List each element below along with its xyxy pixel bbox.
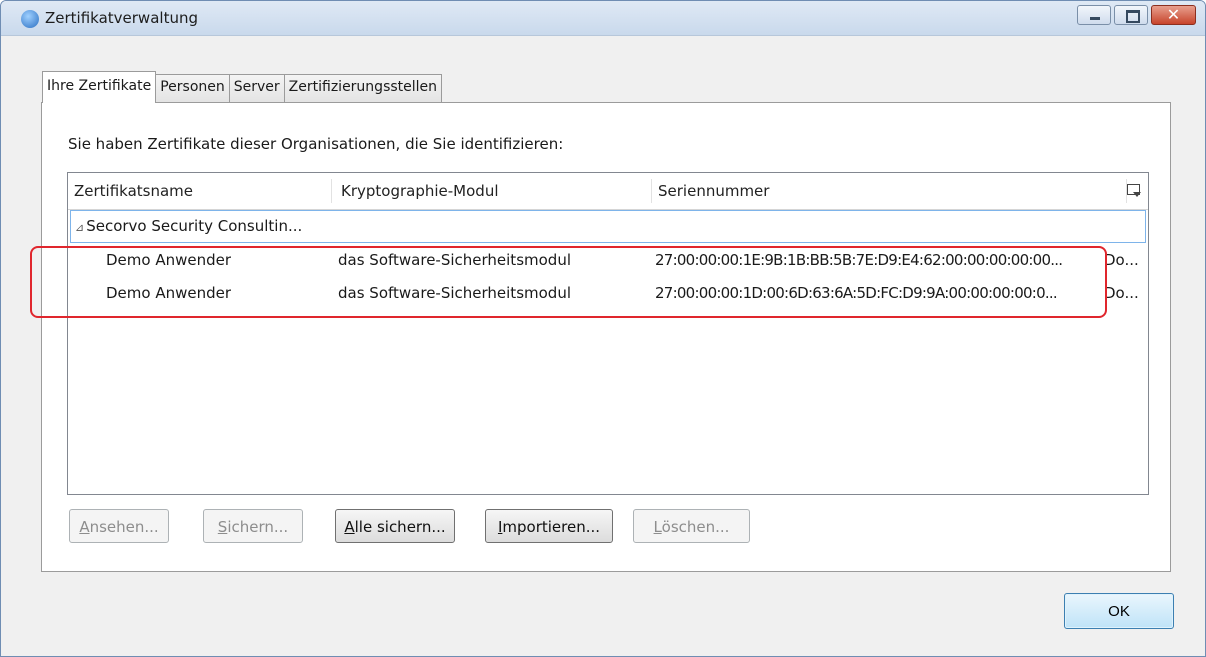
backup-all-button[interactable]: Alle sichern...	[335, 509, 455, 543]
tab-people[interactable]: Personen	[155, 74, 230, 103]
panel-description: Sie haben Zertifikate dieser Organisatio…	[68, 135, 564, 153]
backup-all-label: lle sichern...	[354, 518, 446, 536]
delete-label: öschen...	[661, 518, 730, 536]
table-row[interactable]: Demo Anwender das Software-Sicherheitsmo…	[68, 277, 1148, 310]
import-label: mportieren...	[502, 518, 601, 536]
column-header-name[interactable]: Zertifikatsname	[74, 173, 193, 209]
view-accesskey: A	[79, 518, 90, 536]
view-button[interactable]: Ansehen...	[69, 509, 169, 543]
window-title: Zertifikatverwaltung	[45, 9, 198, 27]
tab-servers[interactable]: Server	[228, 74, 285, 103]
cert-serial: 27:00:00:00:1D:00:6D:63:6A:5D:FC:D9:9A:0…	[655, 284, 1057, 302]
ok-button[interactable]: OK	[1064, 593, 1174, 629]
column-picker-icon[interactable]	[1127, 184, 1141, 197]
backup-accesskey: S	[217, 518, 228, 536]
group-label: ⊿ Secorvo Security Consultin...	[75, 211, 302, 243]
close-button[interactable]: ✕	[1151, 5, 1196, 25]
view-label: nsehen...	[89, 518, 159, 536]
cert-module: das Software-Sicherheitsmodul	[338, 251, 571, 269]
close-icon: ✕	[1166, 5, 1181, 24]
title-bar[interactable]: Zertifikatverwaltung ✕	[1, 1, 1205, 36]
column-separator[interactable]	[331, 179, 332, 203]
cert-name: Demo Anwender	[106, 284, 232, 302]
column-separator[interactable]	[651, 179, 652, 203]
cert-name: Demo Anwender	[106, 251, 232, 269]
tab-panel: Sie haben Zertifikate dieser Organisatio…	[41, 102, 1171, 572]
import-button[interactable]: Importieren...	[485, 509, 613, 543]
delete-button[interactable]: Löschen...	[633, 509, 750, 543]
minimize-icon	[1090, 17, 1100, 20]
minimize-button[interactable]	[1077, 5, 1111, 25]
maximize-button[interactable]	[1114, 5, 1148, 25]
tab-bar: Ihre Zertifikate Personen Server Zertifi…	[42, 71, 443, 103]
window-controls: ✕	[1077, 5, 1196, 25]
column-header-serial[interactable]: Seriennummer	[658, 173, 769, 209]
table-row-group[interactable]: ⊿ Secorvo Security Consultin...	[70, 210, 1146, 243]
delete-accesskey: L	[653, 518, 662, 536]
tab-authorities[interactable]: Zertifizierungsstellen	[283, 74, 443, 103]
maximize-icon	[1126, 10, 1140, 23]
table-row[interactable]: Demo Anwender das Software-Sicherheitsmo…	[68, 244, 1148, 277]
certificate-manager-window: Zertifikatverwaltung ✕ Ihre Zertifikate …	[0, 0, 1206, 657]
table-header: Zertifikatsname Kryptographie-Modul Seri…	[68, 173, 1148, 210]
backup-button[interactable]: Sichern...	[203, 509, 303, 543]
column-header-module[interactable]: Kryptographie-Modul	[341, 173, 499, 209]
group-name: Secorvo Security Consultin...	[86, 217, 303, 235]
backup-label: ichern...	[227, 518, 289, 536]
cert-extra: Do...	[1104, 251, 1139, 269]
collapse-icon[interactable]: ⊿	[75, 221, 84, 234]
cert-serial: 27:00:00:00:1E:9B:1B:BB:5B:7E:D9:E4:62:0…	[655, 251, 1063, 269]
cert-extra: Do...	[1104, 284, 1139, 302]
cert-module: das Software-Sicherheitsmodul	[338, 284, 571, 302]
backup-all-accesskey: A	[344, 518, 355, 536]
tab-your-certificates[interactable]: Ihre Zertifikate	[42, 71, 157, 103]
app-icon	[21, 10, 39, 28]
certificate-tree[interactable]: Zertifikatsname Kryptographie-Modul Seri…	[67, 172, 1149, 495]
